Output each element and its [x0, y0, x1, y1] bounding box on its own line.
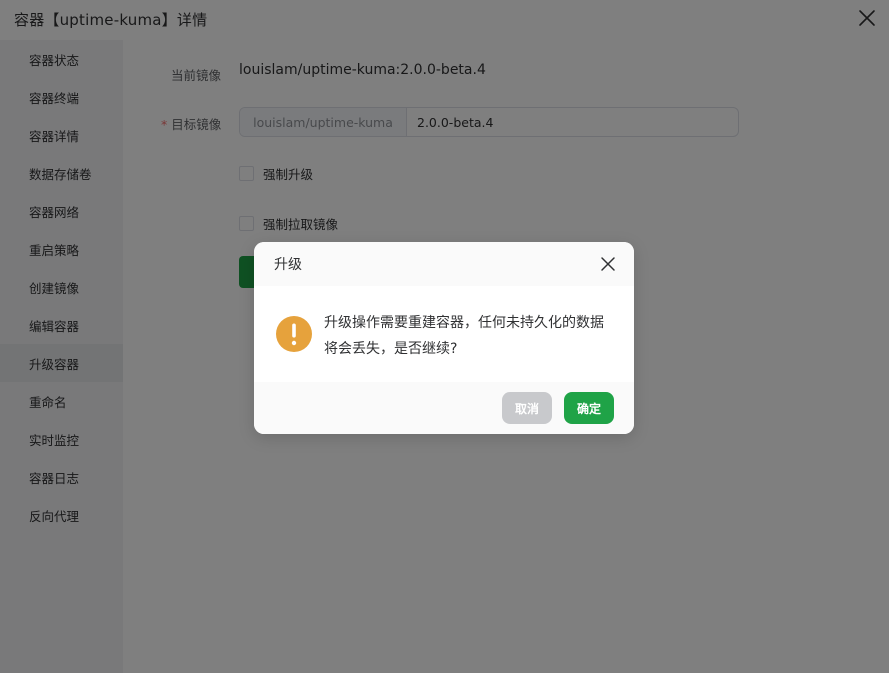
dialog-footer: 取消 确定 [254, 382, 634, 434]
dialog-message: 升级操作需要重建容器，任何未持久化的数据将会丢失，是否继续? [324, 315, 604, 357]
dialog-body: 升级操作需要重建容器，任何未持久化的数据将会丢失，是否继续? [254, 286, 634, 382]
dialog-header: 升级 [254, 242, 634, 286]
dialog-title: 升级 [274, 257, 302, 273]
close-icon[interactable] [600, 256, 616, 272]
confirm-button[interactable]: 确定 [564, 392, 614, 424]
warning-icon [276, 316, 312, 352]
upgrade-confirm-dialog: 升级 升级操作需要重建容器，任何未持久化的数据将会丢失，是否继续? 取消 确定 [254, 242, 634, 434]
cancel-button[interactable]: 取消 [502, 392, 552, 424]
